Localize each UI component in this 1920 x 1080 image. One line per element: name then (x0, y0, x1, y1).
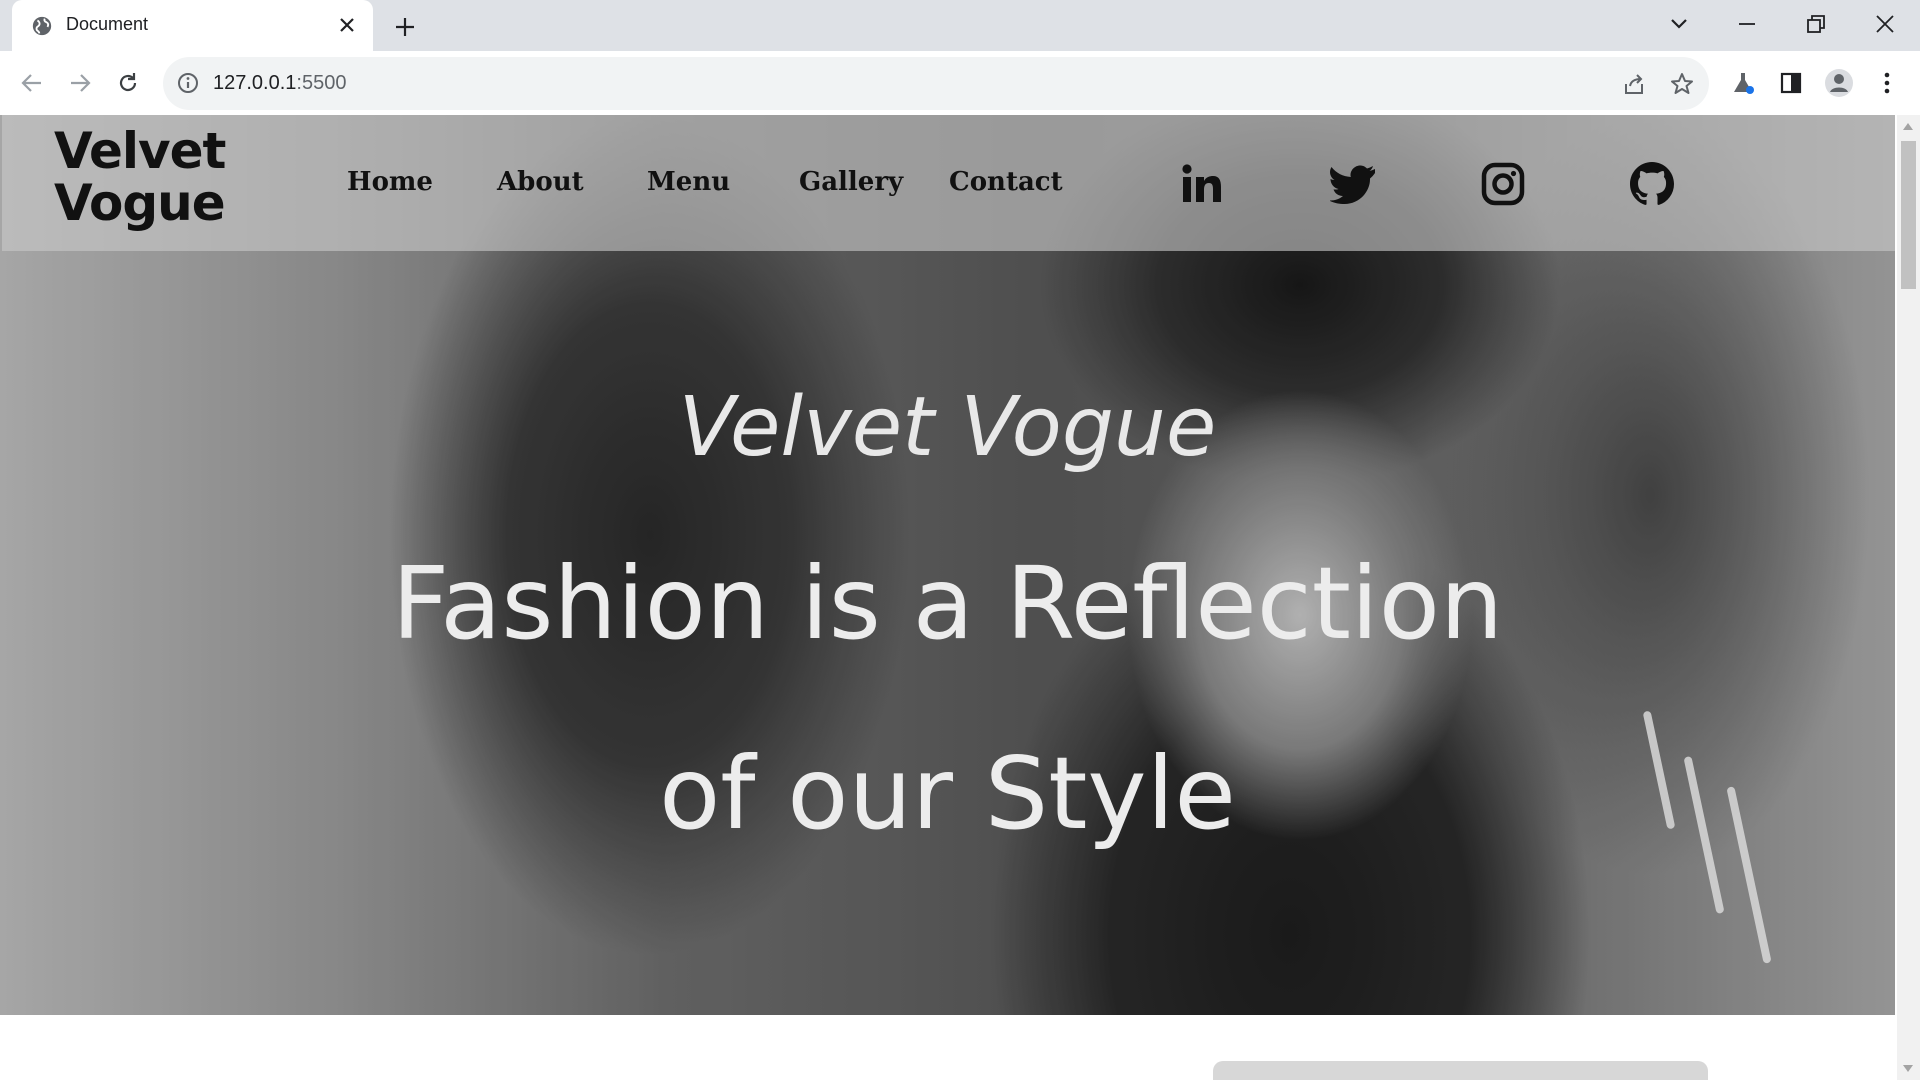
nav-contact[interactable]: Contact (949, 167, 1063, 197)
browser-toolbar: 127.0.0.1:5500 (0, 51, 1920, 115)
scroll-up-arrow-icon[interactable] (1903, 123, 1913, 130)
tab-title: Document (66, 14, 149, 34)
twitter-icon[interactable] (1328, 159, 1378, 209)
nav-menu[interactable]: Menu (647, 167, 730, 197)
brand-logo[interactable]: Velvet Vogue (54, 122, 226, 232)
linkedin-icon[interactable] (1177, 159, 1227, 209)
hero-heading-line2: of our Style (659, 735, 1236, 852)
url-text[interactable]: 127.0.0.1:5500 (213, 72, 346, 95)
tab-search-chevron-icon[interactable] (1659, 8, 1699, 40)
site-info-icon[interactable] (177, 72, 199, 94)
globe-icon (32, 16, 52, 36)
hero-heading-line1: Fashion is a Reflection (391, 545, 1504, 662)
nav-about[interactable]: About (497, 167, 584, 197)
nav-home[interactable]: Home (347, 167, 433, 197)
new-tab-icon[interactable] (390, 12, 420, 42)
side-panel-icon[interactable] (1775, 67, 1807, 99)
site-header: Velvet Vogue Home About Menu Gallery Con… (2, 115, 1895, 251)
brand-line: Vogue (54, 174, 226, 232)
browser-tab[interactable]: Document (12, 0, 373, 51)
back-icon[interactable] (16, 67, 48, 99)
minimize-icon[interactable] (1727, 8, 1767, 40)
bookmark-star-icon[interactable] (1668, 70, 1696, 98)
extensions-flask-icon[interactable] (1727, 67, 1759, 99)
hero-section: Velvet Vogue Home About Menu Gallery Con… (0, 115, 1895, 1015)
tab-strip: Document (0, 0, 1920, 51)
instagram-icon[interactable] (1478, 159, 1528, 209)
browser-menu-icon[interactable] (1871, 67, 1903, 99)
github-icon[interactable] (1627, 159, 1677, 209)
share-icon[interactable] (1620, 70, 1648, 98)
address-bar[interactable]: 127.0.0.1:5500 (163, 57, 1709, 110)
content-card-preview (1213, 1061, 1708, 1080)
close-window-icon[interactable] (1865, 8, 1905, 40)
scroll-down-arrow-icon[interactable] (1903, 1065, 1913, 1072)
nav-gallery[interactable]: Gallery (799, 167, 903, 197)
restore-icon[interactable] (1796, 8, 1836, 40)
profile-avatar-icon[interactable] (1823, 67, 1855, 99)
page-viewport: Velvet Vogue Home About Menu Gallery Con… (0, 115, 1897, 1080)
brand-line: Velvet (54, 122, 226, 180)
forward-icon[interactable] (64, 67, 96, 99)
close-tab-icon[interactable] (335, 13, 359, 37)
reload-icon[interactable] (112, 67, 144, 99)
scrollbar-thumb[interactable] (1901, 141, 1916, 289)
page-scrollbar[interactable] (1897, 115, 1920, 1080)
hero-kicker: Velvet Vogue (678, 380, 1217, 475)
